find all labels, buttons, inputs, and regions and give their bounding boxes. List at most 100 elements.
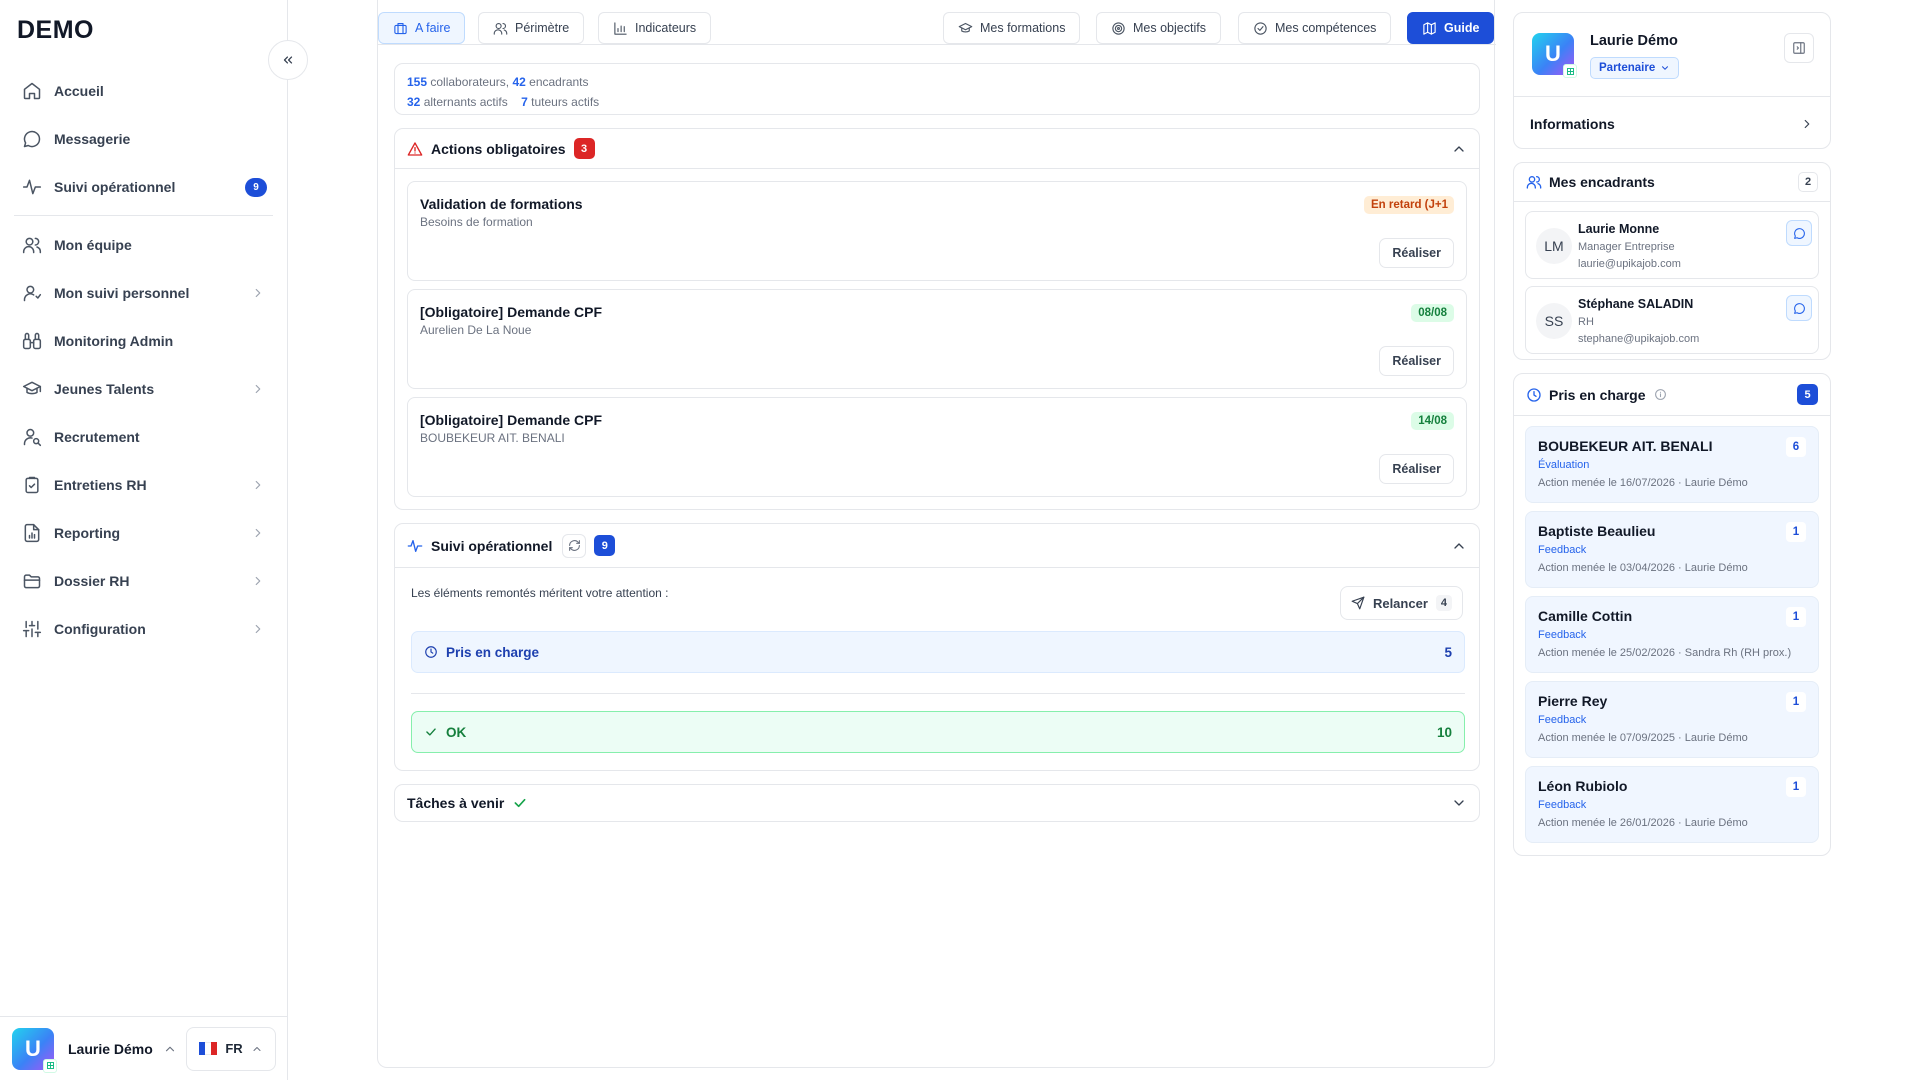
sidebar-item-label: Suivi opérationnel <box>54 179 176 195</box>
encadrants-card: Mes encadrants 2 LM Laurie Monne Manager… <box>1513 162 1831 360</box>
collapse-sidebar-button[interactable] <box>268 40 308 80</box>
sidebar-item-jeunes-talents[interactable]: Jeunes Talents <box>12 365 275 413</box>
pris-en-charge-header: Pris en charge 5 <box>1514 374 1830 416</box>
sidebar-item-monitoring-admin[interactable]: Monitoring Admin <box>12 317 275 365</box>
pris-en-charge-item[interactable]: Camille Cottin Feedback Action menée le … <box>1525 596 1819 673</box>
avatar: U <box>12 1027 57 1073</box>
sidebar-item-suivi-operationnel[interactable]: Suivi opérationnel 9 <box>12 163 275 211</box>
tab-label: Indicateurs <box>635 21 697 35</box>
sidebar-item-messagerie[interactable]: Messagerie <box>12 115 275 163</box>
relancer-button[interactable]: Relancer 4 <box>1339 586 1463 620</box>
realiser-button[interactable]: Réaliser <box>1379 346 1454 376</box>
sidebar-item-recrutement[interactable]: Recrutement <box>12 413 275 461</box>
sidebar-item-entretiens-rh[interactable]: Entretiens RH <box>12 461 275 509</box>
pris-en-charge-item[interactable]: Léon Rubiolo Feedback Action menée le 26… <box>1525 766 1819 843</box>
sidebar-item-label: Monitoring Admin <box>54 333 174 349</box>
check-icon <box>514 798 526 808</box>
sidebar-item-configuration[interactable]: Configuration <box>12 605 275 653</box>
collaborateurs-label: collaborateurs, <box>430 75 510 89</box>
chevron-right-icon <box>1804 119 1810 128</box>
user-menu-button[interactable]: U Laurie Démo <box>12 1027 186 1073</box>
ok-row[interactable]: OK 10 <box>411 711 1465 753</box>
action-subtitle: BOUBEKEUR AIT. BENALI <box>420 431 565 445</box>
send-icon <box>1351 596 1365 610</box>
tab-label: Mes compétences <box>1275 21 1377 35</box>
date-badge: 14/08 <box>1411 412 1454 430</box>
sidebar-item-accueil[interactable]: Accueil <box>12 67 275 115</box>
role-dropdown[interactable]: Partenaire <box>1590 57 1680 79</box>
stats-summary: 155 collaborateurs, 42 encadrants 32 alt… <box>394 63 1480 115</box>
sidebar-item-label: Configuration <box>54 621 146 637</box>
actions-obligatoires-header[interactable]: Actions obligatoires 3 <box>395 129 1479 169</box>
tab-perimetre[interactable]: Périmètre <box>478 12 585 44</box>
action-subtitle: Besoins de formation <box>420 215 533 229</box>
sidebar-item-dossier-rh[interactable]: Dossier RH <box>12 557 275 605</box>
message-button[interactable] <box>1786 295 1812 321</box>
tab-mes-objectifs[interactable]: Mes objectifs <box>1096 12 1221 44</box>
chevrons-left-icon <box>283 56 293 64</box>
chevron-right-icon <box>255 384 261 394</box>
action-card: Validation de formations Besoins de form… <box>407 181 1467 281</box>
item-name: Pierre Rey <box>1538 693 1608 709</box>
alternants-label: alternants actifs <box>423 95 508 109</box>
tab-mes-competences[interactable]: Mes compétences <box>1238 12 1392 44</box>
stats-line-2: 32 alternants actifs 7 tuteurs actifs <box>407 92 1467 112</box>
row-label: Pris en charge <box>446 644 540 660</box>
pris-en-charge-row[interactable]: Pris en charge 5 <box>411 631 1465 673</box>
pris-en-charge-item[interactable]: Baptiste Beaulieu Feedback Action menée … <box>1525 511 1819 588</box>
tab-bar: A faire Périmètre Indicateurs Mes format… <box>378 12 1496 44</box>
message-icon <box>1793 302 1805 314</box>
sidebar-item-label: Entretiens RH <box>54 477 147 493</box>
info-icon[interactable] <box>1654 388 1667 401</box>
sidebar-item-mon-equipe[interactable]: Mon équipe <box>12 221 275 269</box>
chevron-right-icon <box>255 528 261 538</box>
users-icon <box>1526 176 1542 189</box>
sidebar-nav: Accueil Messagerie Suivi opérationnel 9 … <box>12 67 275 653</box>
briefcase-icon <box>394 22 407 34</box>
person-email: laurie@upikajob.com <box>1578 258 1681 270</box>
chevron-right-icon <box>255 480 261 490</box>
activity-icon <box>22 179 42 195</box>
tab-mes-formations[interactable]: Mes formations <box>943 12 1081 44</box>
person-email: stephane@upikajob.com <box>1578 333 1700 345</box>
avatar: SS <box>1536 303 1572 339</box>
clock-icon <box>425 646 437 658</box>
toggle-panel-button[interactable] <box>1784 33 1814 63</box>
suivi-description: Les éléments remontés méritent votre att… <box>411 586 669 600</box>
count-badge: 2 <box>1798 172 1818 192</box>
count-badge: 9 <box>594 535 616 556</box>
tab-a-faire[interactable]: A faire <box>378 12 466 44</box>
sidebar-item-reporting[interactable]: Reporting <box>12 509 275 557</box>
actions-obligatoires-section: Actions obligatoires 3 Validation de for… <box>394 128 1480 510</box>
tab-label: Mes formations <box>980 21 1066 35</box>
suivi-operationnel-header[interactable]: Suivi opérationnel 9 <box>395 524 1479 568</box>
taches-a-venir-header[interactable]: Tâches à venir <box>395 785 1479 821</box>
sidebar: DEMO Accueil Messagerie Suivi opérationn… <box>0 0 308 1080</box>
language-selector[interactable]: FR <box>186 1026 276 1071</box>
pris-en-charge-item[interactable]: Pierre Rey Feedback Action menée le 07/0… <box>1525 681 1819 758</box>
informations-link[interactable]: Informations <box>1514 96 1830 150</box>
sidebar-item-mon-suivi-personnel[interactable]: Mon suivi personnel <box>12 269 275 317</box>
main-content: A faire Périmètre Indicateurs Mes format… <box>377 0 1496 1068</box>
chevron-up-icon <box>253 1046 261 1051</box>
encadrants-label: encadrants <box>529 75 589 89</box>
tab-label: Guide <box>1444 21 1480 35</box>
message-button[interactable] <box>1786 220 1812 246</box>
person-role: RH <box>1578 316 1594 328</box>
message-icon <box>1793 227 1805 239</box>
item-meta: Action menée le 26/01/2026 · Laurie Démo <box>1538 817 1748 829</box>
tab-guide[interactable]: Guide <box>1407 12 1495 44</box>
user-icon <box>23 285 42 302</box>
encadrant-item: LM Laurie Monne Manager Entreprise lauri… <box>1525 211 1819 279</box>
chevron-down-icon <box>1662 66 1669 70</box>
refresh-button[interactable] <box>562 533 587 558</box>
divider <box>378 44 1496 45</box>
pris-en-charge-item[interactable]: BOUBEKEUR AIT. BENALI Évaluation Action … <box>1525 426 1819 503</box>
count-badge: 5 <box>1797 384 1818 405</box>
avatar: U <box>1532 33 1577 78</box>
users-icon <box>22 237 42 254</box>
realiser-button[interactable]: Réaliser <box>1379 238 1454 268</box>
tab-indicateurs[interactable]: Indicateurs <box>598 12 712 44</box>
chevron-up-icon <box>1454 145 1464 152</box>
realiser-button[interactable]: Réaliser <box>1379 454 1454 484</box>
